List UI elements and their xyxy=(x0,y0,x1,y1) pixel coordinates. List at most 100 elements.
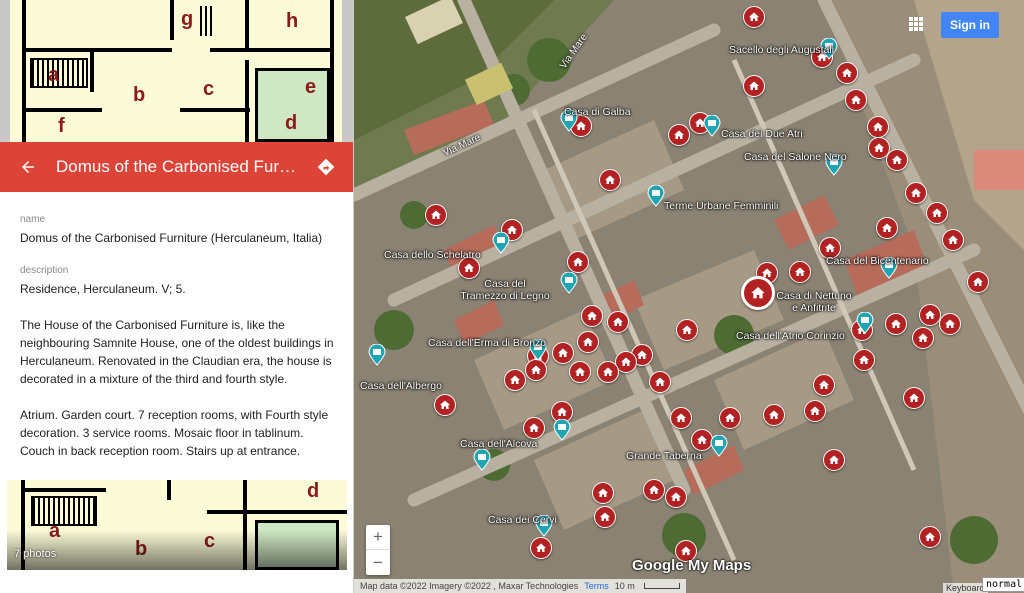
place-marker[interactable] xyxy=(919,526,941,548)
apps-grid-icon[interactable] xyxy=(909,17,923,31)
landmark-marker[interactable] xyxy=(647,185,665,207)
place-marker[interactable] xyxy=(836,62,858,84)
place-marker[interactable] xyxy=(719,407,741,429)
directions-button[interactable] xyxy=(298,142,353,192)
landmark-pin-icon xyxy=(710,435,728,457)
zoom-out-button[interactable]: − xyxy=(366,550,390,575)
place-marker[interactable] xyxy=(425,204,447,226)
place-marker[interactable] xyxy=(597,361,619,383)
place-marker[interactable] xyxy=(523,417,545,439)
description-paragraph: Residence, Herculaneum. V; 5. xyxy=(20,282,186,296)
house-icon xyxy=(948,235,958,244)
landmark-marker[interactable] xyxy=(880,257,898,279)
place-marker[interactable] xyxy=(670,407,692,429)
place-marker[interactable] xyxy=(668,124,690,146)
landmark-marker[interactable] xyxy=(856,312,874,334)
keyboard-shortcuts-link[interactable]: Keyboard xyxy=(943,583,988,593)
place-marker[interactable] xyxy=(458,257,480,279)
landmark-marker[interactable] xyxy=(710,435,728,457)
place-marker[interactable] xyxy=(676,319,698,341)
house-icon xyxy=(587,311,597,320)
house-icon xyxy=(637,350,647,359)
place-marker[interactable] xyxy=(804,400,826,422)
floor-plan-image[interactable]: g h a b c e f d xyxy=(0,0,353,142)
place-marker[interactable] xyxy=(919,304,941,326)
place-marker[interactable] xyxy=(823,449,845,471)
place-marker[interactable] xyxy=(525,359,547,381)
plan-wall xyxy=(243,510,347,514)
place-marker[interactable] xyxy=(876,217,898,239)
place-marker[interactable] xyxy=(577,331,599,353)
sign-in-button[interactable]: Sign in xyxy=(941,12,999,38)
terms-link[interactable]: Terms xyxy=(584,581,609,591)
place-marker[interactable] xyxy=(845,89,867,111)
place-marker[interactable] xyxy=(867,116,889,138)
place-marker[interactable] xyxy=(607,311,629,333)
landmark-marker[interactable] xyxy=(560,272,578,294)
place-marker[interactable] xyxy=(939,313,961,335)
plan-wall xyxy=(22,108,102,112)
landmark-marker[interactable] xyxy=(553,419,571,441)
place-marker[interactable] xyxy=(853,349,875,371)
plan-wall xyxy=(210,48,334,52)
plan-letter: c xyxy=(203,78,215,100)
place-marker[interactable] xyxy=(813,374,835,396)
plan-letter: b xyxy=(133,84,146,106)
place-marker[interactable] xyxy=(665,486,687,508)
house-icon xyxy=(605,175,615,184)
landmark-marker[interactable] xyxy=(473,449,491,471)
place-marker[interactable] xyxy=(789,261,811,283)
landmark-marker[interactable] xyxy=(368,344,386,366)
house-icon xyxy=(925,310,935,319)
detail-panel: g h a b c e f d Domus of the Carbonised … xyxy=(0,0,354,593)
place-marker[interactable] xyxy=(649,371,671,393)
place-marker[interactable] xyxy=(594,506,616,528)
photo-count[interactable]: 7 photos xyxy=(14,548,56,560)
place-marker[interactable] xyxy=(967,271,989,293)
landmark-marker[interactable] xyxy=(825,154,843,176)
plan-letter: d xyxy=(285,112,298,134)
place-marker[interactable] xyxy=(743,75,765,97)
plan-letter: d xyxy=(307,480,320,502)
plan-wall xyxy=(245,60,249,142)
place-marker[interactable] xyxy=(912,327,934,349)
back-button[interactable] xyxy=(0,142,56,192)
place-marker[interactable] xyxy=(592,482,614,504)
description-paragraph: Atrium. Garden court. 7 reception rooms,… xyxy=(20,408,329,458)
plan-letter: g xyxy=(181,8,194,30)
place-marker[interactable] xyxy=(530,537,552,559)
place-marker[interactable] xyxy=(552,342,574,364)
place-marker[interactable] xyxy=(905,182,927,204)
landmark-marker[interactable] xyxy=(529,339,547,361)
place-details: name Domus of the Carbonised Furniture (… xyxy=(0,192,353,480)
place-marker[interactable] xyxy=(819,237,841,259)
landmark-pin-icon xyxy=(560,110,578,132)
map-view[interactable]: Sacello degli Augustali Casa di Galba Ca… xyxy=(354,0,1024,593)
place-marker[interactable] xyxy=(504,369,526,391)
place-marker[interactable] xyxy=(599,169,621,191)
place-marker[interactable] xyxy=(763,404,785,426)
place-marker[interactable] xyxy=(569,361,591,383)
place-marker[interactable] xyxy=(434,394,456,416)
place-marker[interactable] xyxy=(886,149,908,171)
landmark-marker[interactable] xyxy=(703,115,721,137)
house-icon xyxy=(819,380,829,389)
place-marker[interactable] xyxy=(743,6,765,28)
place-marker[interactable] xyxy=(643,479,665,501)
plan-letter: a xyxy=(48,64,60,86)
house-icon xyxy=(882,223,892,232)
landmark-marker[interactable] xyxy=(535,515,553,537)
place-marker[interactable] xyxy=(885,313,907,335)
landmark-marker[interactable] xyxy=(820,38,838,60)
place-marker[interactable] xyxy=(581,305,603,327)
place-marker[interactable] xyxy=(903,387,925,409)
place-marker[interactable] xyxy=(567,251,589,273)
place-marker[interactable] xyxy=(942,229,964,251)
place-marker[interactable] xyxy=(926,202,948,224)
selected-place-marker[interactable] xyxy=(741,276,775,310)
plan-wall xyxy=(245,0,249,50)
zoom-in-button[interactable]: + xyxy=(366,525,390,550)
landmark-marker[interactable] xyxy=(492,232,510,254)
house-icon xyxy=(829,455,839,464)
landmark-marker[interactable] xyxy=(560,110,578,132)
